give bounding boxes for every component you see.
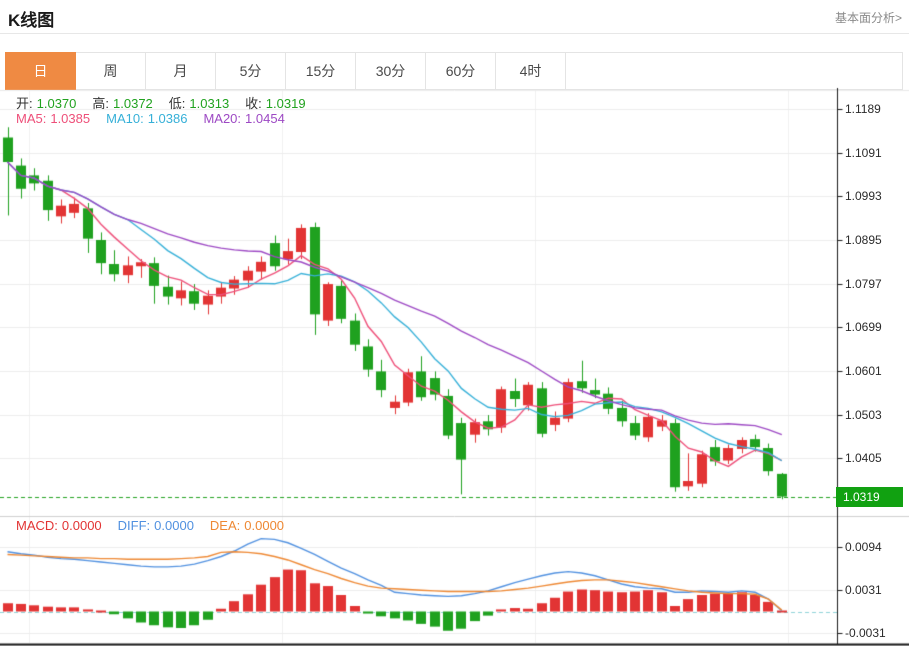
price-axis-label: 1.1189 xyxy=(845,102,905,116)
price-axis-label: 1.0503 xyxy=(845,408,905,422)
ma-label: MA10: xyxy=(106,111,144,126)
ma-label: MA20: xyxy=(203,111,241,126)
price-axis-label: 1.0601 xyxy=(845,364,905,378)
price-axis-label: 1.0993 xyxy=(845,189,905,203)
price-axis-label: 1.0699 xyxy=(845,320,905,334)
ohlc-value: 1.0313 xyxy=(189,96,229,111)
ohlc-item: 高: 1.0372 xyxy=(92,96,156,111)
macd-item: MACD: 0.0000 xyxy=(16,518,106,533)
kline-app: K线图 基本面分析> 日周月5分15分30分60分4时 开:1.0370高:1.… xyxy=(0,0,909,646)
macd-item: DEA: 0.0000 xyxy=(210,518,288,533)
ma-value: 1.0454 xyxy=(245,111,285,126)
ohlc-label: 低: xyxy=(169,96,186,111)
macd-value: 0.0000 xyxy=(62,518,102,533)
macd-readout: MACD:0.0000DIFF:0.0000DEA:0.0000 xyxy=(16,518,300,533)
ohlc-item: 收: 1.0319 xyxy=(245,96,309,111)
ma-value: 1.0386 xyxy=(148,111,188,126)
macd-axis-label: -0.0031 xyxy=(845,626,905,640)
ohlc-item: 开: 1.0370 xyxy=(16,96,80,111)
macd-axis-label: 0.0031 xyxy=(845,583,905,597)
macd-item: DIFF:0.0000 xyxy=(118,518,198,533)
price-axis-label: 1.0797 xyxy=(845,277,905,291)
ohlc-item: 低:1.0313 xyxy=(169,96,233,111)
ohlc-readout: 开: 1.0370 高: 1.0372 低:1.0313 收: 1.0319 xyxy=(16,93,322,112)
macd-label: DEA: xyxy=(210,518,240,533)
macd-axis-label: 0.0094 xyxy=(845,540,905,554)
ma-item: MA20: 1.0454 xyxy=(203,111,288,126)
macd-value: 0.0000 xyxy=(244,518,284,533)
ma-label: MA5: xyxy=(16,111,46,126)
ohlc-label: 收: xyxy=(245,96,262,111)
price-axis-label: 1.1091 xyxy=(845,146,905,160)
macd-label: MACD: xyxy=(16,518,58,533)
ohlc-value: 1.0319 xyxy=(266,96,306,111)
price-axis-label: 1.0895 xyxy=(845,233,905,247)
ma-value: 1.0385 xyxy=(50,111,90,126)
macd-value: 0.0000 xyxy=(154,518,194,533)
ma-item: MA5: 1.0385 xyxy=(16,111,94,126)
ohlc-label: 高: xyxy=(92,96,109,111)
ohlc-value: 1.0372 xyxy=(113,96,153,111)
price-axis-label: 1.0405 xyxy=(845,451,905,465)
ma-readout: MA5: 1.0385 MA10: 1.0386 MA20: 1.0454 xyxy=(16,111,301,126)
ohlc-label: 开: xyxy=(16,96,33,111)
macd-label: DIFF: xyxy=(118,518,151,533)
current-price-badge: 1.0319 xyxy=(836,487,903,507)
ma-item: MA10: 1.0386 xyxy=(106,111,191,126)
ohlc-value: 1.0370 xyxy=(37,96,77,111)
